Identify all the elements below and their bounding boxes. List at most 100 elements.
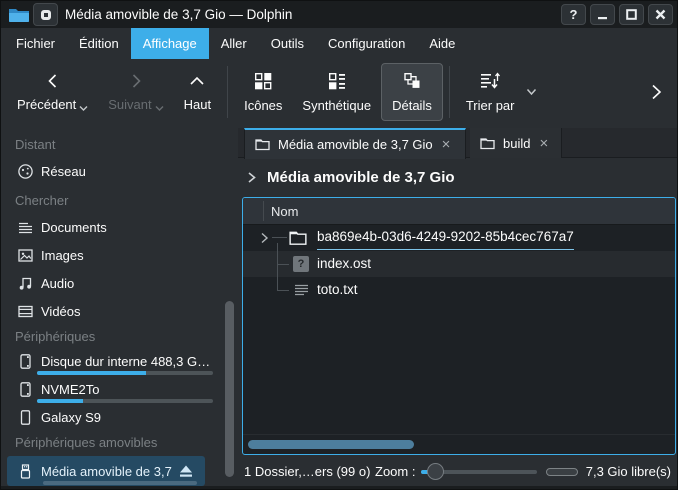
zoom-slider[interactable] <box>421 455 537 488</box>
breadcrumb-location[interactable]: Média amovible de 3,7 Gio <box>267 169 455 186</box>
section-peripheriques: Périphériques <box>15 329 95 344</box>
disk-usage-bar <box>37 371 213 375</box>
titlebar-app-button[interactable] <box>33 3 58 26</box>
compact-view-icon <box>327 71 347 91</box>
window-title: Média amovible de 3,7 Gio — Dolphin <box>65 1 292 28</box>
chevron-up-icon <box>188 72 206 90</box>
menu-edition[interactable]: Édition <box>67 28 131 59</box>
file-row[interactable]: toto.txt <box>243 277 675 303</box>
sidebar-item-disque-dur-interne[interactable]: Disque dur interne 488,3 G… <box>1 349 219 373</box>
zoom-slider-handle[interactable] <box>427 463 444 480</box>
maximize-button[interactable] <box>619 4 644 25</box>
toolbar-separator <box>227 66 228 118</box>
titlebar[interactable]: Média amovible de 3,7 Gio — Dolphin ? <box>1 1 677 28</box>
hard-drive-icon <box>16 352 34 370</box>
zoom-label: Zoom : <box>375 455 415 488</box>
smartphone-icon <box>16 408 34 426</box>
folder-icon <box>289 229 307 247</box>
help-icon: ? <box>570 7 578 22</box>
menubar: Fichier Édition Affichage Aller Outils C… <box>1 28 677 59</box>
places-panel: Distant Réseau Chercher Documents Images… <box>1 125 238 486</box>
text-file-icon <box>292 281 310 299</box>
horizontal-scrollbar-track <box>243 434 675 454</box>
tab-bar: Média amovible de 3,7 Gio × build × <box>238 128 677 158</box>
file-name[interactable]: toto.txt <box>317 277 358 303</box>
help-button[interactable]: ? <box>561 4 586 25</box>
sidebar-item-reseau[interactable]: Réseau <box>1 159 219 183</box>
section-chercher: Chercher <box>15 193 68 208</box>
items-summary: 1 Dossier,…ers (99 o) <box>244 455 370 488</box>
toolbar: Précédent Suivant Haut Icônes <box>1 59 677 125</box>
chevron-left-icon <box>44 72 62 90</box>
file-row[interactable]: ? index.ost <box>243 251 675 277</box>
chevron-right-icon[interactable] <box>246 171 257 184</box>
video-icon <box>16 302 34 320</box>
disk-usage-bar <box>43 481 197 485</box>
sort-icon <box>479 71 501 91</box>
section-peripheriques-amovibles: Périphériques amovibles <box>15 435 157 450</box>
sort-by-button[interactable]: Trier par <box>456 63 525 121</box>
details-view-button[interactable]: Détails <box>381 63 443 121</box>
sidebar-scrollbar[interactable] <box>225 301 234 477</box>
eject-icon <box>178 464 194 478</box>
menu-aide[interactable]: Aide <box>417 28 467 59</box>
minimize-icon <box>597 9 608 20</box>
network-icon <box>16 162 34 180</box>
tab-media-amovible[interactable]: Média amovible de 3,7 Gio × <box>244 128 466 159</box>
file-name[interactable]: ba869e4b-03d6-4249-9202-85b4cec767a7 <box>317 225 574 250</box>
up-button[interactable]: Haut <box>174 63 221 121</box>
sidebar-item-images[interactable]: Images <box>1 243 219 267</box>
dolphin-app-icon <box>8 5 30 23</box>
eject-button[interactable] <box>177 463 195 479</box>
window-bottom-edge <box>1 486 677 489</box>
toolbar-overflow-icon[interactable] <box>649 83 663 101</box>
folder-icon <box>480 137 495 150</box>
sidebar-item-documents[interactable]: Documents <box>1 215 219 239</box>
menu-configuration[interactable]: Configuration <box>316 28 417 59</box>
image-icon <box>16 246 34 264</box>
file-view: Nom ba869e4b-03d6-4249-9202-85b4cec767a7… <box>242 197 676 455</box>
menu-affichage[interactable]: Affichage <box>131 28 209 59</box>
forward-button[interactable]: Suivant <box>98 63 173 121</box>
unknown-file-icon: ? <box>292 255 310 273</box>
main-area: Média amovible de 3,7 Gio × build × Médi… <box>238 125 677 486</box>
minimize-button[interactable] <box>590 4 615 25</box>
compact-view-button[interactable]: Synthétique <box>292 63 381 121</box>
menu-outils[interactable]: Outils <box>259 28 316 59</box>
back-button[interactable]: Précédent <box>7 63 98 121</box>
tab-close-icon[interactable]: × <box>538 136 549 151</box>
breadcrumb: Média amovible de 3,7 Gio <box>246 165 455 189</box>
column-header-nom[interactable]: Nom <box>271 198 298 225</box>
chevron-down-icon[interactable] <box>526 88 537 96</box>
sidebar-item-audio[interactable]: Audio <box>1 271 219 295</box>
chevron-down-icon <box>155 105 164 112</box>
audio-icon <box>16 274 34 292</box>
menu-fichier[interactable]: Fichier <box>4 28 67 59</box>
file-row[interactable]: ba869e4b-03d6-4249-9202-85b4cec767a7 <box>243 225 675 251</box>
free-space-label: 7,3 Gio libre(s) <box>586 455 671 488</box>
chevron-down-icon <box>79 105 88 112</box>
icons-view-icon <box>253 71 273 91</box>
usb-drive-icon <box>16 462 34 480</box>
dolphin-window: Média amovible de 3,7 Gio — Dolphin ? Fi… <box>0 0 678 490</box>
close-button[interactable] <box>648 4 673 25</box>
view-header: Nom <box>243 198 675 225</box>
tab-close-icon[interactable]: × <box>441 137 452 152</box>
expand-arrow-icon[interactable] <box>258 232 270 244</box>
maximize-icon <box>626 9 637 20</box>
horizontal-scrollbar[interactable] <box>248 440 414 449</box>
toolbar-separator <box>449 66 450 118</box>
tab-build[interactable]: build × <box>470 128 562 158</box>
sidebar-item-videos[interactable]: Vidéos <box>1 299 219 323</box>
sidebar-item-galaxy-s9[interactable]: Galaxy S9 <box>1 405 219 429</box>
status-bar: 1 Dossier,…ers (99 o) Zoom : 7,3 Gio lib… <box>238 455 677 488</box>
free-space-gauge <box>546 468 578 476</box>
icons-view-button[interactable]: Icônes <box>234 63 292 121</box>
sidebar-item-nvme2to[interactable]: NVME2To <box>1 377 219 401</box>
section-distant: Distant <box>15 137 55 152</box>
close-icon <box>655 9 666 20</box>
menu-aller[interactable]: Aller <box>209 28 259 59</box>
circle-icon <box>41 10 51 20</box>
folder-icon <box>255 138 270 151</box>
file-name[interactable]: index.ost <box>317 251 371 277</box>
